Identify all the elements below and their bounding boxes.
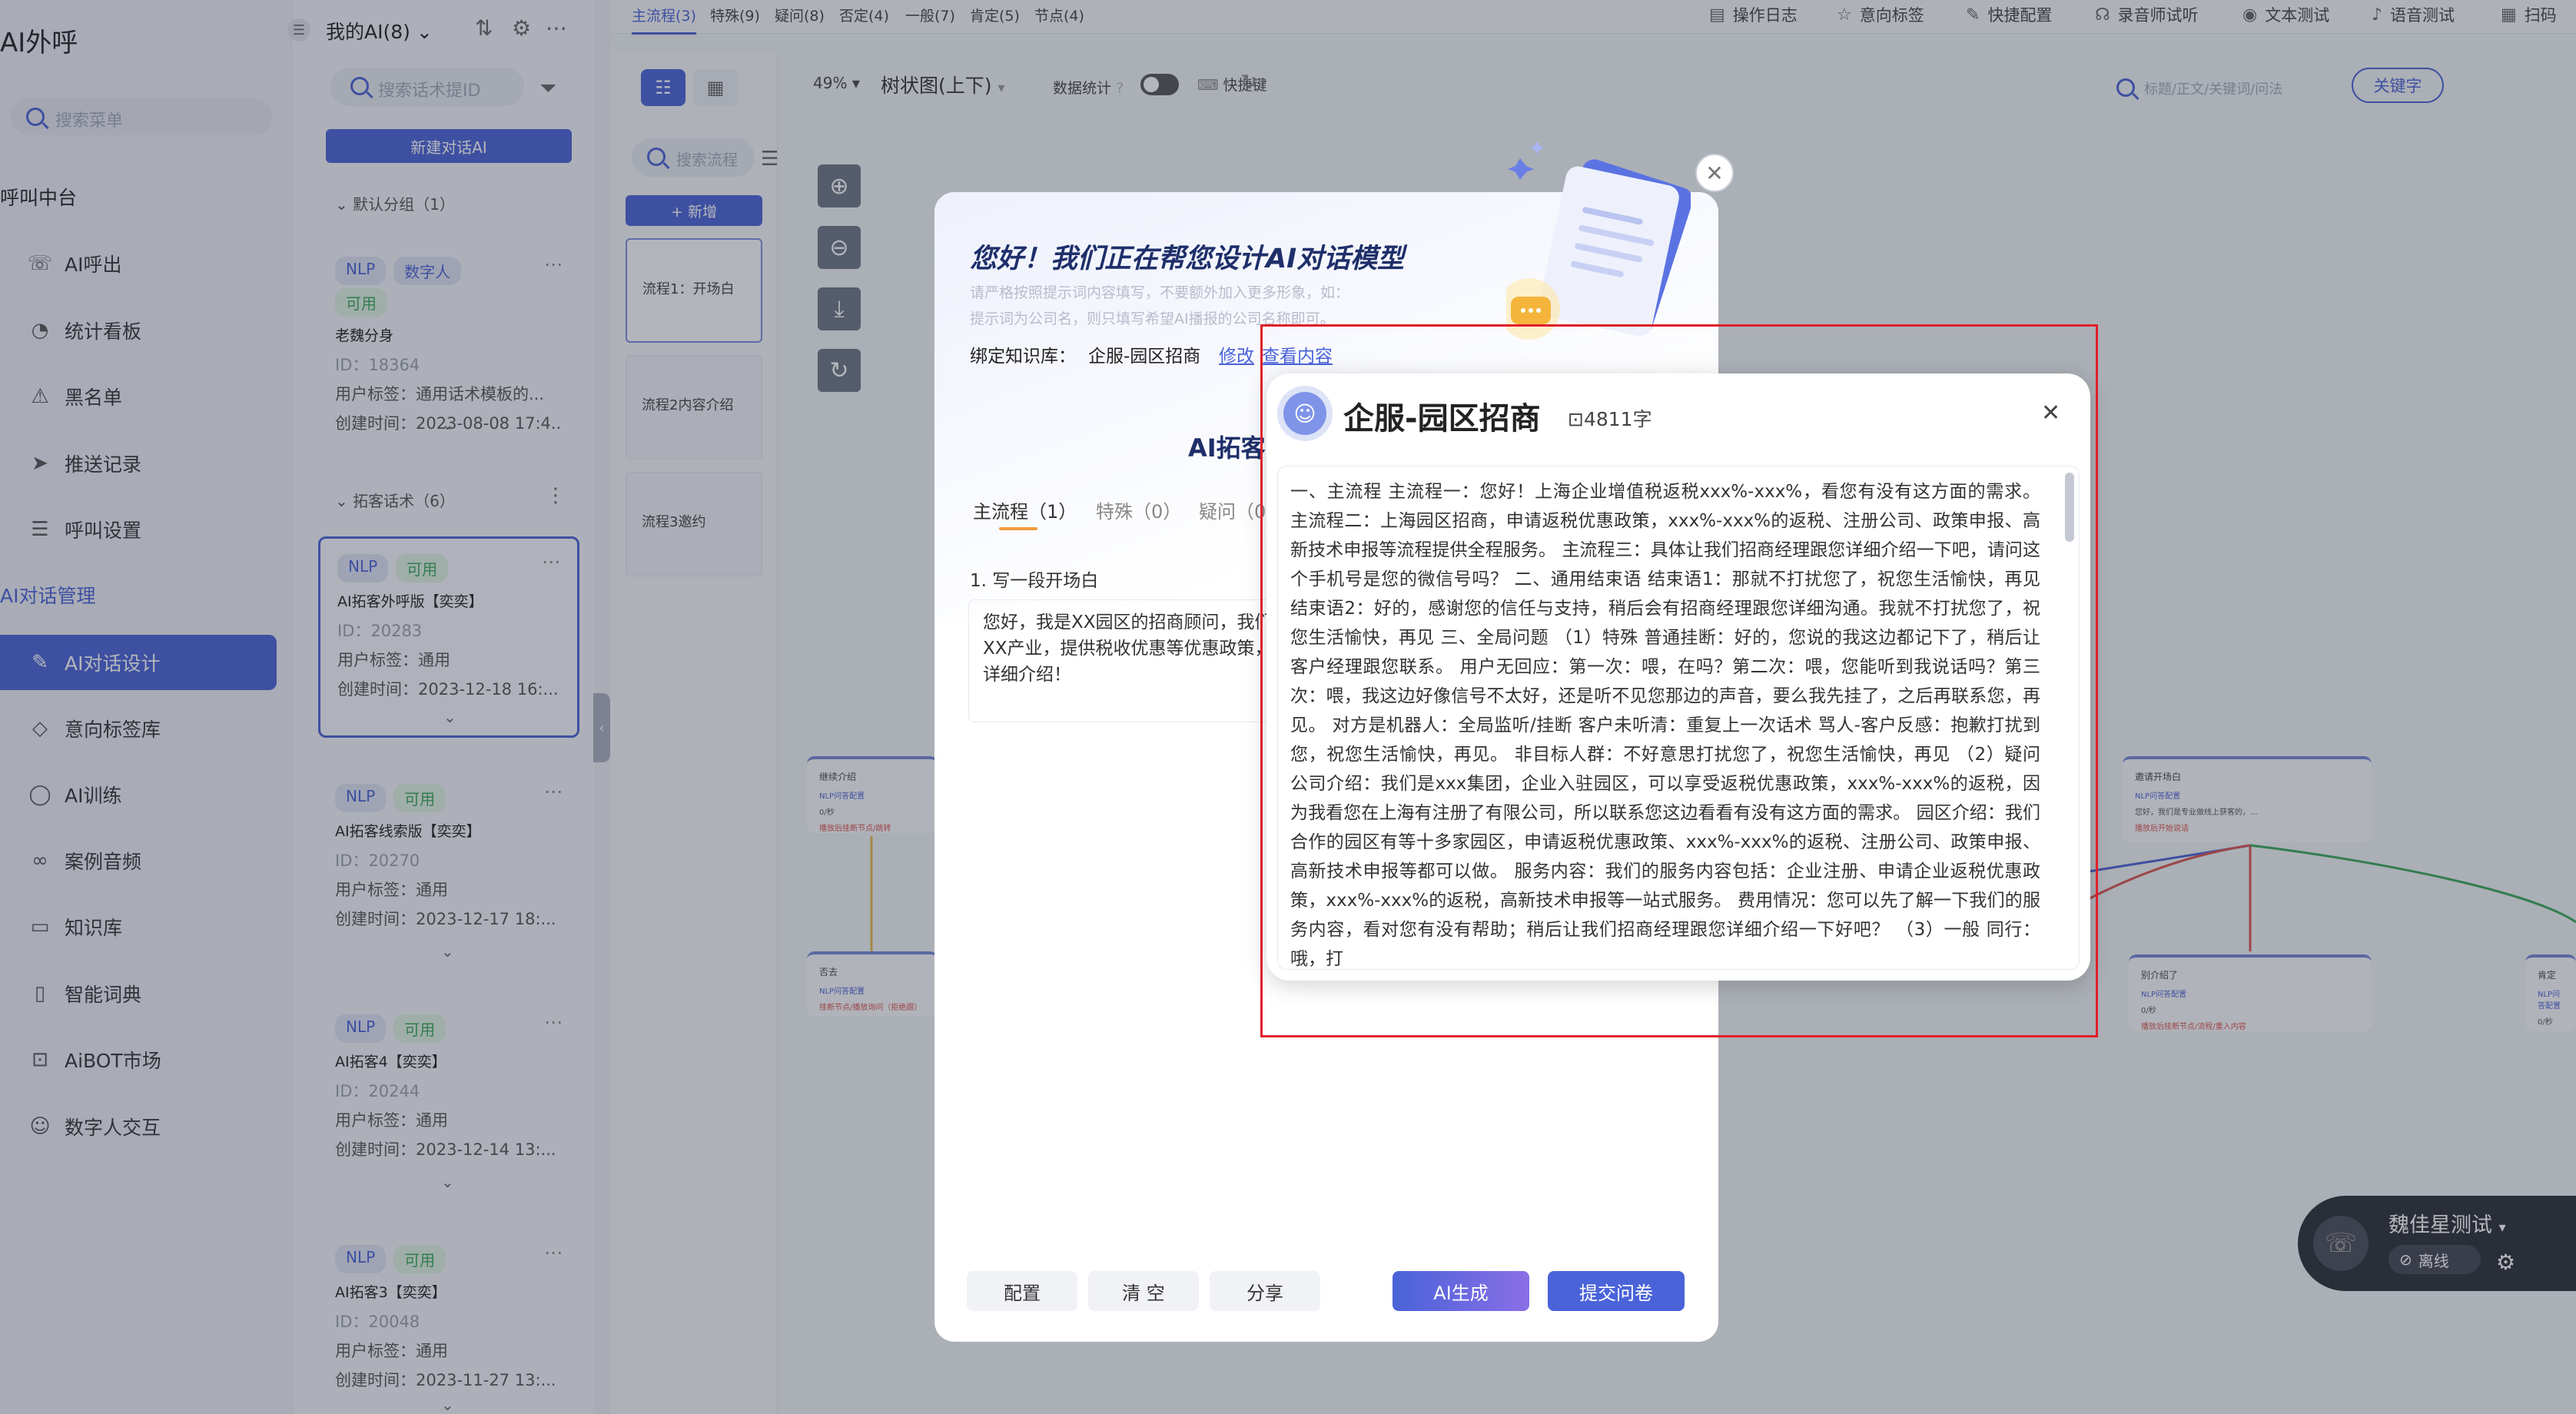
tab-main-flow[interactable]: 主流程（1） (973, 496, 1077, 523)
section-heading: AI拓客 (1188, 433, 1266, 463)
share-button[interactable]: 分享 (1210, 1271, 1320, 1311)
tab-underline (999, 527, 1037, 530)
question-label: 1. 写一段开场白 (970, 571, 1099, 591)
highlight-frame (1260, 324, 2098, 1037)
kb-binding-name: 企服-园区招商 (1088, 347, 1201, 367)
close-icon: ✕ (1705, 160, 1724, 186)
kb-edit-link[interactable]: 修改 (1219, 341, 1254, 367)
tab-question[interactable]: 疑问（0 (1199, 496, 1266, 523)
modal-description: 请严格按照提示词内容填写，不要额外加入更多形象，如： (970, 284, 1350, 301)
kb-binding-label: 绑定知识库： (970, 347, 1076, 367)
modal-title: 您好！我们正在帮您设计AI对话模型 (970, 244, 1405, 274)
document-illustration (1506, 141, 1691, 340)
tab-special[interactable]: 特殊（0） (1096, 496, 1181, 523)
clear-button[interactable]: 清 空 (1088, 1271, 1199, 1311)
close-modal-button[interactable]: ✕ (1695, 154, 1734, 192)
config-button[interactable]: 配置 (967, 1271, 1077, 1311)
ai-generate-button[interactable]: AI生成 (1393, 1271, 1529, 1311)
submit-button[interactable]: 提交问卷 (1548, 1271, 1685, 1311)
